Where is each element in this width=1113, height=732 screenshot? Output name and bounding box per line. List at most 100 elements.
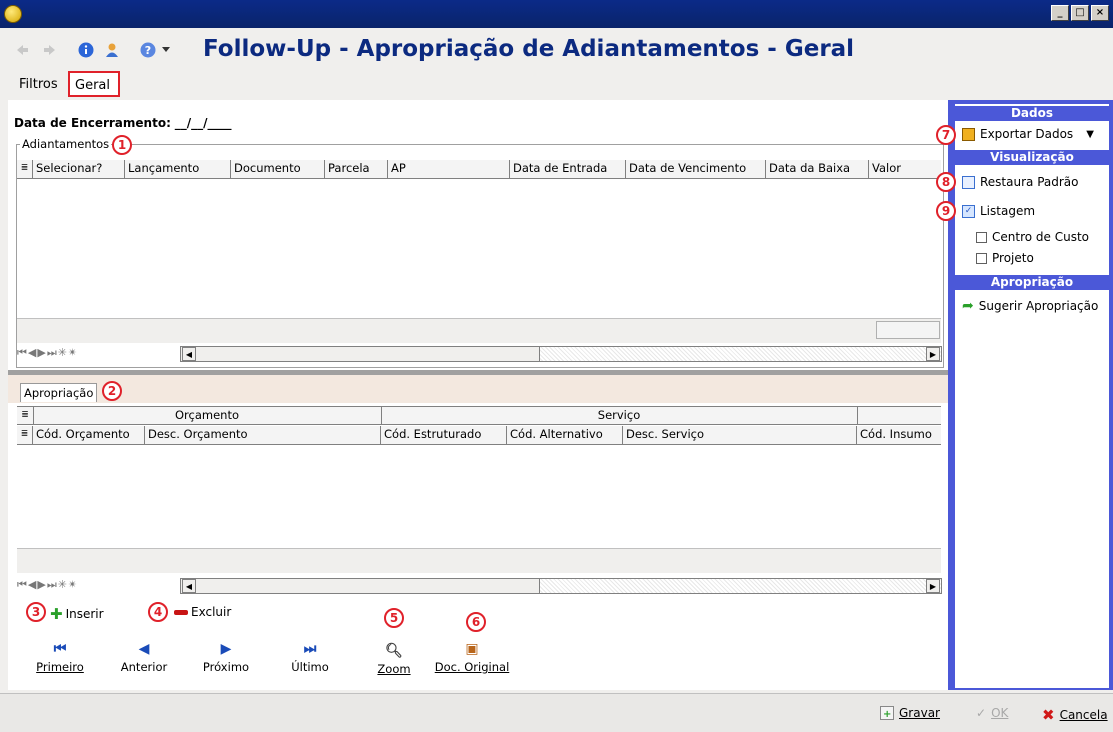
- scroll-right-icon[interactable]: ▶: [926, 579, 940, 593]
- document-icon: ▣: [465, 641, 479, 657]
- callout-6: 6: [466, 612, 486, 632]
- col-desc-servico[interactable]: Desc. Serviço: [623, 426, 857, 444]
- group-servico: Serviço: [381, 407, 858, 424]
- anterior-label: Anterior: [120, 660, 168, 674]
- primeiro-label: Primeiro: [36, 660, 84, 674]
- minimize-button[interactable]: _: [1051, 5, 1069, 21]
- col-data-entrada[interactable]: Data de Entrada: [510, 160, 626, 178]
- projeto-label: Projeto: [992, 251, 1034, 265]
- col-parcela[interactable]: Parcela: [325, 160, 388, 178]
- sugerir-apropriacao-button[interactable]: ➦ Sugerir Apropriação: [962, 298, 1098, 314]
- restaura-padrao-button[interactable]: Restaura Padrão: [962, 175, 1079, 189]
- forward-icon[interactable]: [42, 42, 58, 58]
- anterior-button[interactable]: ◀ Anterior: [114, 638, 174, 674]
- grid-navigator[interactable]: ⏮◀▶⏭✳✴: [17, 344, 129, 362]
- checkbox-icon[interactable]: [976, 231, 987, 243]
- window-controls: _ □ ×: [1051, 5, 1109, 21]
- data-encerramento-label: Data de Encerramento:: [14, 116, 171, 130]
- maximize-button[interactable]: □: [1071, 5, 1089, 21]
- adiantamentos-grid-header: ≣ Selecionar? Lançamento Documento Parce…: [17, 160, 941, 179]
- callout-8: 8: [936, 172, 956, 192]
- callout-4: 4: [148, 602, 168, 622]
- close-icon: ✖: [1042, 706, 1055, 724]
- svg-text:?: ?: [145, 44, 151, 57]
- callout-5: 5: [384, 608, 404, 628]
- col-documento[interactable]: Documento: [231, 160, 325, 178]
- user-icon[interactable]: [104, 42, 120, 58]
- listagem-button[interactable]: ✓ Listagem: [962, 204, 1035, 218]
- zoom-label: Zoom: [377, 662, 411, 676]
- visualizacao-header: Visualização: [955, 150, 1109, 165]
- restaura-label: Restaura Padrão: [980, 175, 1079, 189]
- save-icon: +: [880, 706, 894, 720]
- ok-label: OK: [991, 706, 1009, 720]
- tab-filtros[interactable]: Filtros: [14, 72, 63, 98]
- chevron-down-icon[interactable]: [162, 47, 170, 53]
- scroll-right-icon[interactable]: ▶: [926, 347, 940, 361]
- proximo-button[interactable]: ▶ Próximo: [196, 638, 256, 674]
- col-data-baixa[interactable]: Data da Baixa: [766, 160, 869, 178]
- callout-3: 3: [26, 602, 46, 622]
- ultimo-label: Último: [291, 660, 329, 674]
- side-panel-body: [955, 104, 1109, 688]
- dados-header: Dados: [955, 106, 1109, 121]
- scroll-thumb[interactable]: [180, 578, 540, 594]
- page-title: Follow-Up - Apropriação de Adiantamentos…: [203, 36, 855, 62]
- exportar-label: Exportar Dados: [980, 127, 1074, 141]
- zoom-button[interactable]: 🔍︎ Zoom: [368, 640, 420, 676]
- group-orcamento: Orçamento: [33, 407, 382, 424]
- col-valor[interactable]: Valor: [869, 160, 941, 178]
- close-button[interactable]: ×: [1091, 5, 1109, 21]
- centro-custo-label: Centro de Custo: [992, 230, 1089, 244]
- tab-apropriacao[interactable]: Apropriação: [20, 383, 98, 402]
- checkbox-icon[interactable]: [976, 252, 987, 264]
- apropriacao-tab-strip: [8, 375, 948, 403]
- gravar-button[interactable]: + Gravar: [880, 706, 940, 720]
- row-selector-icon: ≣: [17, 160, 33, 178]
- last-icon: ⏭: [303, 641, 317, 657]
- restore-icon: [962, 175, 975, 189]
- centro-custo-checkbox[interactable]: Centro de Custo: [976, 230, 1089, 244]
- col-cod-insumo[interactable]: Cód. Insumo: [857, 426, 941, 444]
- apropriacao-grid-header: ≣ Cód. Orçamento Desc. Orçamento Cód. Es…: [17, 426, 941, 445]
- data-encerramento-field[interactable]: __/__/____: [175, 116, 232, 130]
- projeto-checkbox[interactable]: Projeto: [976, 251, 1034, 265]
- tab-geral[interactable]: Geral: [68, 71, 120, 97]
- col-cod-alternativo[interactable]: Cód. Alternativo: [507, 426, 623, 444]
- window-title-bar: [0, 0, 1113, 28]
- check-icon: ✓: [976, 706, 987, 720]
- help-icon[interactable]: ?: [140, 42, 156, 58]
- total-field: [876, 321, 940, 339]
- magnifier-icon: 🔍︎: [385, 643, 403, 659]
- proximo-label: Próximo: [202, 660, 250, 674]
- inserir-button[interactable]: ✚ Inserir: [50, 605, 104, 623]
- scroll-left-icon[interactable]: ◀: [182, 347, 196, 361]
- exportar-dados-button[interactable]: Exportar Dados ▼: [962, 127, 1094, 141]
- back-icon[interactable]: [14, 42, 30, 58]
- doc-original-button[interactable]: ▣ Doc. Original: [430, 638, 514, 674]
- col-ap[interactable]: AP: [388, 160, 510, 178]
- info-icon[interactable]: [78, 42, 94, 58]
- col-selecionar[interactable]: Selecionar?: [33, 160, 125, 178]
- col-cod-estruturado[interactable]: Cód. Estruturado: [381, 426, 507, 444]
- ultimo-button[interactable]: ⏭ Último: [280, 638, 340, 674]
- inserir-label: Inserir: [65, 607, 104, 621]
- col-lancamento[interactable]: Lançamento: [125, 160, 231, 178]
- primeiro-button[interactable]: ⏮ Primeiro: [32, 638, 88, 674]
- chevron-down-icon[interactable]: ▼: [1086, 129, 1094, 140]
- scroll-thumb[interactable]: [180, 346, 540, 362]
- excluir-button[interactable]: Excluir: [174, 605, 231, 619]
- ok-button[interactable]: ✓ OK: [976, 706, 1008, 720]
- minus-icon: [174, 609, 188, 615]
- footer-bar: [0, 693, 1113, 732]
- next-icon: ▶: [220, 641, 232, 657]
- col-desc-orcamento[interactable]: Desc. Orçamento: [145, 426, 381, 444]
- callout-7: 7: [936, 125, 956, 145]
- adiantamentos-title: Adiantamentos: [20, 137, 112, 151]
- callout-2: 2: [102, 381, 122, 401]
- col-cod-orcamento[interactable]: Cód. Orçamento: [33, 426, 145, 444]
- grid-navigator[interactable]: ⏮◀▶⏭✳✴: [17, 576, 129, 594]
- col-data-vencimento[interactable]: Data de Vencimento: [626, 160, 766, 178]
- scroll-left-icon[interactable]: ◀: [182, 579, 196, 593]
- cancela-button[interactable]: ✖ Cancela: [1042, 706, 1108, 724]
